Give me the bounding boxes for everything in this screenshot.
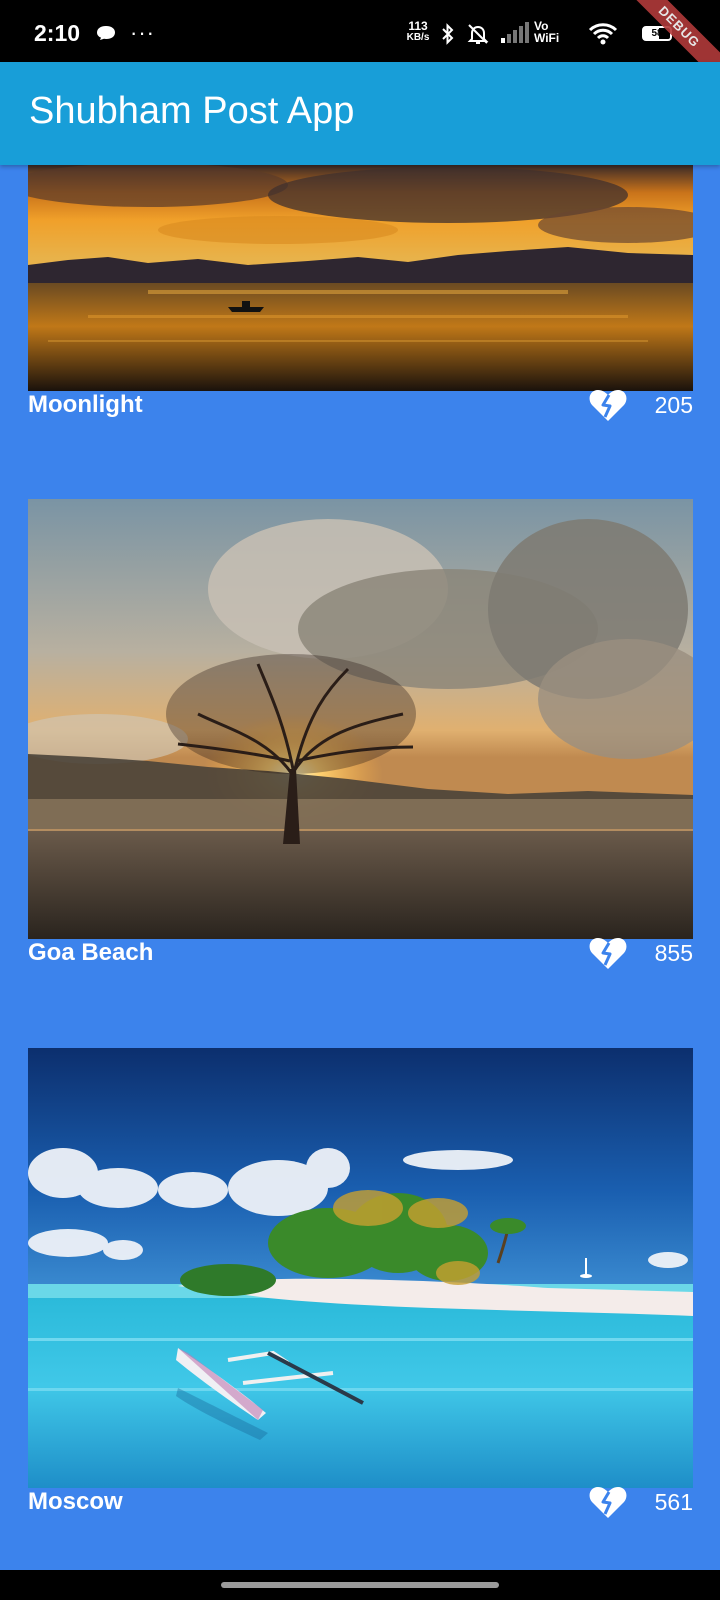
- like-button[interactable]: [588, 935, 628, 971]
- home-indicator[interactable]: [221, 1582, 499, 1588]
- chat-bubble-icon: [97, 26, 115, 40]
- signal-icon: [501, 22, 529, 43]
- like-button[interactable]: [588, 387, 628, 423]
- post-title: Moscow: [28, 1488, 123, 1515]
- like-count: 205: [654, 392, 693, 418]
- broken-heart-icon: [589, 938, 627, 969]
- broken-heart-icon: [589, 1487, 627, 1518]
- status-time: 2:10: [34, 20, 81, 46]
- app-bar: Shubham Post App: [0, 62, 720, 165]
- wifi-icon: [588, 23, 618, 45]
- tree-sunrise-image: [28, 499, 693, 939]
- vowifi-indicator: Vo WiFi: [534, 19, 560, 45]
- status-bar: 2:10 ··· 113 KB/s Vo WiFi 58 DEBUG: [0, 0, 720, 88]
- like-button[interactable]: [588, 1484, 628, 1520]
- broken-heart-icon: [589, 390, 627, 421]
- post-title: Goa Beach: [28, 939, 154, 966]
- post-list[interactable]: Moonlight 205 Goa Beach 855 Moscow 561: [0, 165, 720, 1570]
- post-title: Moonlight: [28, 391, 143, 418]
- like-count: 561: [654, 1489, 693, 1515]
- bluetooth-icon: [442, 23, 454, 45]
- navigation-bar: [0, 1570, 720, 1600]
- muted-bell-icon: [467, 24, 489, 44]
- post-image[interactable]: [28, 165, 693, 391]
- post-image[interactable]: [28, 1048, 693, 1488]
- status-more-dots: ···: [130, 20, 155, 45]
- tropical-island-image: [28, 1048, 693, 1488]
- post-image[interactable]: [28, 499, 693, 939]
- app-title: Shubham Post App: [29, 90, 355, 132]
- sunset-lake-image: [28, 165, 693, 391]
- network-speed: 113 KB/s: [406, 19, 430, 43]
- like-count: 855: [654, 940, 693, 966]
